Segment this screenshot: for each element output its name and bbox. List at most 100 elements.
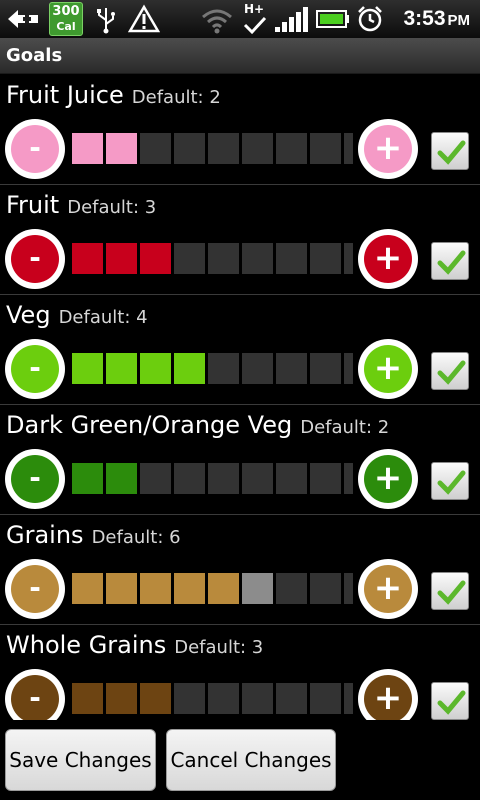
battery-icon (316, 10, 349, 28)
servings-bar[interactable] (72, 573, 353, 604)
clock: 3:53 PM (403, 7, 470, 31)
goal-default: Default: 4 (58, 307, 148, 328)
title-bar: Goals (0, 38, 480, 74)
servings-bar[interactable] (72, 353, 353, 384)
goal-name: Veg (6, 301, 51, 329)
filled-segment (208, 573, 239, 604)
decrease-button[interactable]: - (5, 339, 65, 399)
network-type: H+ (244, 2, 265, 16)
servings-bar[interactable] (72, 243, 353, 274)
plus-icon: + (364, 455, 412, 503)
empty-segment (242, 133, 273, 164)
filled-segment (106, 573, 137, 604)
goal-row: Veg Default: 4 - + (0, 295, 480, 405)
goal-enabled-checkbox[interactable] (431, 352, 469, 390)
checkmark-icon (437, 140, 466, 165)
increase-button[interactable]: + (358, 229, 418, 289)
increase-button[interactable]: + (358, 339, 418, 399)
minus-icon: - (11, 565, 59, 613)
goal-default: Default: 3 (174, 637, 264, 658)
empty-segment (208, 243, 239, 274)
checkmark-icon (437, 690, 466, 715)
empty-segment (276, 573, 307, 604)
empty-segment (276, 463, 307, 494)
plus-icon: + (364, 235, 412, 283)
goal-name: Dark Green/Orange Veg (6, 411, 293, 439)
filled-segment (72, 353, 103, 384)
empty-segment (208, 133, 239, 164)
empty-segment (310, 353, 341, 384)
empty-segment (174, 463, 205, 494)
servings-bar[interactable] (72, 463, 353, 494)
warning-icon (128, 4, 160, 33)
goal-enabled-checkbox[interactable] (431, 242, 469, 280)
empty-segment (276, 683, 307, 714)
servings-bar[interactable] (72, 133, 353, 164)
decrease-button[interactable]: - (5, 559, 65, 619)
clock-ampm: PM (447, 12, 471, 29)
filled-segment (106, 133, 137, 164)
goal-title: Fruit Juice Default: 2 (6, 81, 221, 109)
data-activity-icon (243, 16, 267, 35)
calories-value: 300 (52, 4, 80, 19)
filled-segment (72, 133, 103, 164)
empty-segment (208, 353, 239, 384)
goal-enabled-checkbox[interactable] (431, 132, 469, 170)
empty-segment (174, 683, 205, 714)
checkmark-icon (437, 470, 466, 495)
plus-icon: + (364, 565, 412, 613)
goal-enabled-checkbox[interactable] (431, 682, 469, 720)
empty-segment (310, 243, 341, 274)
filled-segment (106, 683, 137, 714)
empty-segment (208, 463, 239, 494)
page-title: Goals (6, 45, 63, 66)
empty-segment (242, 353, 273, 384)
minus-icon: - (11, 675, 59, 723)
filled-segment (106, 353, 137, 384)
filled-segment (106, 463, 137, 494)
decrease-button[interactable]: - (5, 229, 65, 289)
calories-badge: 300 Cal (49, 2, 83, 36)
goal-row: Grains Default: 6 - + (0, 515, 480, 625)
minus-icon: - (11, 345, 59, 393)
empty-segment (310, 133, 341, 164)
filled-segment (140, 243, 171, 274)
goal-title: Whole Grains Default: 3 (6, 631, 263, 659)
empty-segment (276, 243, 307, 274)
empty-segment (276, 133, 307, 164)
increase-button[interactable]: + (358, 119, 418, 179)
filled-segment (72, 683, 103, 714)
cancel-changes-button[interactable]: Cancel Changes (166, 729, 336, 791)
empty-segment (174, 133, 205, 164)
empty-segment (344, 243, 353, 274)
calories-unit: Cal (56, 20, 76, 33)
empty-segment (310, 683, 341, 714)
back-icon (8, 10, 38, 28)
signal-icon (275, 7, 308, 32)
decrease-button[interactable]: - (5, 119, 65, 179)
empty-segment (344, 573, 353, 604)
increase-button[interactable]: + (358, 449, 418, 509)
empty-segment (344, 353, 353, 384)
empty-segment (140, 133, 171, 164)
minus-icon: - (11, 455, 59, 503)
empty-segment (208, 683, 239, 714)
filled-segment (106, 243, 137, 274)
goal-enabled-checkbox[interactable] (431, 572, 469, 610)
goal-name: Grains (6, 521, 84, 549)
decrease-button[interactable]: - (5, 449, 65, 509)
increase-button[interactable]: + (358, 559, 418, 619)
save-changes-button[interactable]: Save Changes (5, 729, 156, 791)
goal-title: Dark Green/Orange Veg Default: 2 (6, 411, 389, 439)
checkmark-icon (437, 250, 466, 275)
goal-title: Grains Default: 6 (6, 521, 181, 549)
goal-name: Whole Grains (6, 631, 167, 659)
goal-title: Fruit Default: 3 (6, 191, 156, 219)
filled-segment (72, 463, 103, 494)
goal-default: Default: 3 (67, 197, 157, 218)
plus-icon: + (364, 345, 412, 393)
empty-segment (242, 463, 273, 494)
goal-enabled-checkbox[interactable] (431, 462, 469, 500)
filled-segment (140, 573, 171, 604)
servings-bar[interactable] (72, 683, 353, 714)
